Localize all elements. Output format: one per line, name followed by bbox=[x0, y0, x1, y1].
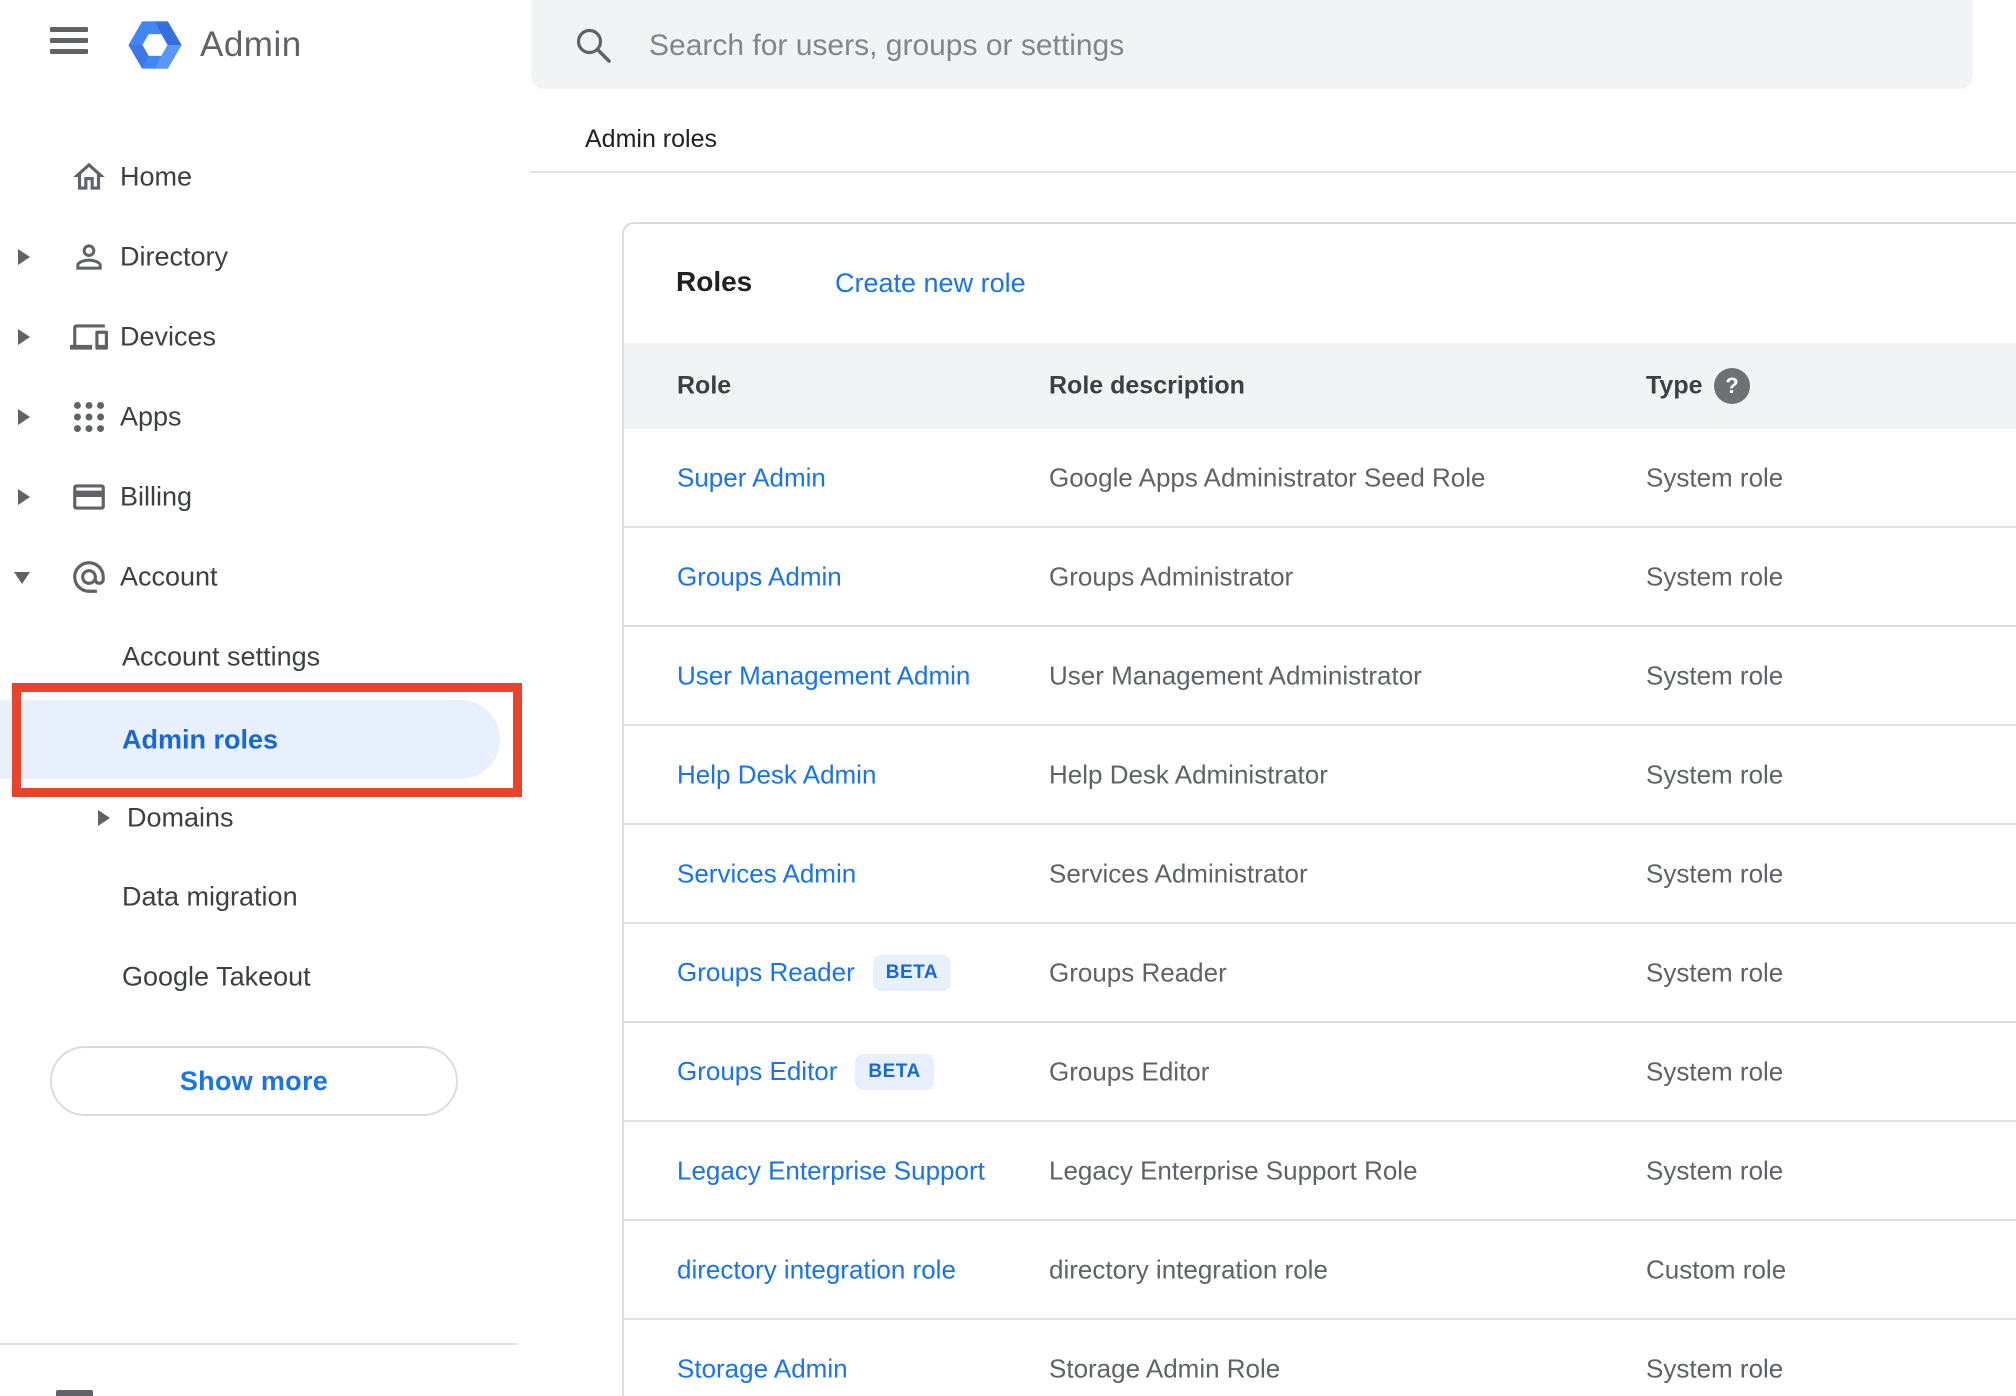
sidebar-item-domains[interactable]: Domains bbox=[0, 778, 517, 858]
sidebar-item-label: Apps bbox=[120, 401, 182, 432]
table-row: directory integration role directory int… bbox=[624, 1221, 2016, 1320]
table-row: Super Admin Google Apps Administrator Se… bbox=[624, 429, 2016, 528]
sidebar-item-apps[interactable]: Apps bbox=[0, 377, 517, 457]
sidebar-item-label: Domains bbox=[127, 802, 234, 833]
column-header-type: Type bbox=[1646, 371, 1703, 400]
help-icon[interactable]: ? bbox=[1714, 368, 1750, 404]
role-type: System role bbox=[1646, 1353, 1784, 1383]
home-icon bbox=[70, 158, 108, 196]
page-title: Admin roles bbox=[585, 125, 717, 153]
sidebar-item-data-migration[interactable]: Data migration bbox=[0, 857, 517, 937]
role-type: System role bbox=[1646, 561, 1784, 591]
app-title: Admin bbox=[200, 25, 302, 64]
roles-card: Roles Create new role Role Role descript… bbox=[622, 222, 2016, 1396]
expand-arrow-icon[interactable] bbox=[18, 489, 30, 505]
role-link[interactable]: Super Admin bbox=[677, 462, 826, 493]
roles-table: Super Admin Google Apps Administrator Se… bbox=[624, 429, 2016, 1396]
column-header-role: Role bbox=[677, 371, 732, 400]
sidebar-item-label: Data migration bbox=[122, 881, 298, 912]
sidebar-item-account-settings[interactable]: Account settings bbox=[0, 617, 517, 697]
hamburger-menu-icon[interactable] bbox=[50, 27, 88, 55]
sidebar-item-admin-roles-selected[interactable]: Admin roles bbox=[0, 700, 500, 779]
show-more-button[interactable]: Show more bbox=[50, 1046, 458, 1116]
expand-arrow-icon[interactable] bbox=[18, 249, 30, 265]
role-link[interactable]: directory integration role bbox=[677, 1254, 956, 1285]
role-link[interactable]: Legacy Enterprise Support bbox=[677, 1155, 985, 1186]
role-type: System role bbox=[1646, 660, 1784, 690]
role-description: Groups Administrator bbox=[1049, 561, 1294, 591]
role-description: Groups Reader bbox=[1049, 957, 1227, 987]
table-row: Help Desk Admin Help Desk Administrator … bbox=[624, 726, 2016, 825]
table-row: User Management Admin User Management Ad… bbox=[624, 627, 2016, 726]
content-divider bbox=[530, 171, 2016, 173]
person-icon bbox=[70, 238, 108, 276]
expand-arrow-icon[interactable] bbox=[18, 409, 30, 425]
role-link[interactable]: Help Desk Admin bbox=[677, 759, 876, 790]
table-header-row: Role Role description Type ? bbox=[624, 343, 2016, 429]
sidebar-item-label: Directory bbox=[120, 241, 229, 272]
role-link[interactable]: Groups Admin bbox=[677, 561, 842, 592]
admin-console-window: Admin Home Directory Devices bbox=[0, 0, 2016, 1396]
role-description: directory integration role bbox=[1049, 1254, 1328, 1284]
role-description: Google Apps Administrator Seed Role bbox=[1049, 462, 1486, 492]
sidebar-item-devices[interactable]: Devices bbox=[0, 297, 517, 377]
table-row: Storage Admin Storage Admin Role System … bbox=[624, 1320, 2016, 1396]
role-link[interactable]: Services Admin bbox=[677, 858, 856, 889]
devices-icon bbox=[70, 318, 108, 356]
credit-card-icon bbox=[70, 478, 108, 516]
sidebar-item-label: Home bbox=[120, 161, 193, 192]
role-type: System role bbox=[1646, 858, 1784, 888]
role-type: System role bbox=[1646, 1056, 1784, 1086]
role-link[interactable]: Groups Reader bbox=[677, 957, 855, 988]
role-link[interactable]: Groups Editor bbox=[677, 1056, 837, 1087]
collapse-arrow-icon[interactable] bbox=[14, 571, 30, 584]
sidebar-item-label: Account settings bbox=[122, 641, 321, 672]
role-description: Groups Editor bbox=[1049, 1056, 1210, 1086]
google-admin-logo-icon[interactable] bbox=[126, 16, 184, 74]
role-description: Storage Admin Role bbox=[1049, 1353, 1281, 1383]
show-more-label: Show more bbox=[179, 1065, 329, 1096]
sidebar-item-google-takeout[interactable]: Google Takeout bbox=[0, 937, 517, 1017]
beta-badge: BETA bbox=[855, 1053, 934, 1090]
sidebar-item-label: Devices bbox=[120, 321, 217, 352]
role-link[interactable]: Storage Admin bbox=[677, 1353, 848, 1384]
sidebar-item-label: Google Takeout bbox=[122, 961, 311, 992]
table-row: Groups Admin Groups Administrator System… bbox=[624, 528, 2016, 627]
at-sign-icon bbox=[70, 558, 108, 596]
role-link[interactable]: User Management Admin bbox=[677, 660, 970, 691]
search-icon bbox=[572, 24, 614, 66]
sidebar-item-label: Account bbox=[120, 561, 218, 592]
roles-card-title: Roles bbox=[676, 266, 753, 297]
role-type: System role bbox=[1646, 957, 1784, 987]
sidebar-item-label: Admin roles bbox=[122, 724, 279, 754]
sidebar-item-label: Billing bbox=[120, 481, 193, 512]
role-description: Help Desk Administrator bbox=[1049, 759, 1328, 789]
table-row: Legacy Enterprise Support Legacy Enterpr… bbox=[624, 1122, 2016, 1221]
role-description: User Management Administrator bbox=[1049, 660, 1422, 690]
role-description: Services Administrator bbox=[1049, 858, 1308, 888]
sidebar-item-billing[interactable]: Billing bbox=[0, 457, 517, 537]
apps-grid-icon bbox=[70, 398, 108, 436]
beta-badge: BETA bbox=[872, 954, 952, 991]
sidebar-bottom-divider bbox=[0, 1343, 517, 1345]
sidebar-item-home[interactable]: Home bbox=[0, 137, 517, 217]
role-description: Legacy Enterprise Support Role bbox=[1049, 1155, 1418, 1185]
sidebar-item-directory[interactable]: Directory bbox=[0, 217, 517, 297]
role-type: System role bbox=[1646, 1155, 1784, 1185]
table-row: Groups Editor BETA Groups Editor System … bbox=[624, 1023, 2016, 1122]
expand-arrow-icon[interactable] bbox=[98, 810, 110, 826]
create-new-role-link[interactable]: Create new role bbox=[835, 268, 1026, 299]
cutoff-bottom-icon bbox=[56, 1390, 93, 1396]
column-header-role-description: Role description bbox=[1049, 371, 1245, 400]
role-type: System role bbox=[1646, 759, 1784, 789]
table-row: Services Admin Services Administrator Sy… bbox=[624, 825, 2016, 924]
search-input[interactable] bbox=[647, 0, 1751, 91]
expand-arrow-icon[interactable] bbox=[18, 329, 30, 345]
role-type: System role bbox=[1646, 462, 1784, 492]
role-type: Custom role bbox=[1646, 1254, 1787, 1284]
sidebar-item-account[interactable]: Account bbox=[0, 537, 517, 617]
table-row: Groups Reader BETA Groups Reader System … bbox=[624, 924, 2016, 1023]
